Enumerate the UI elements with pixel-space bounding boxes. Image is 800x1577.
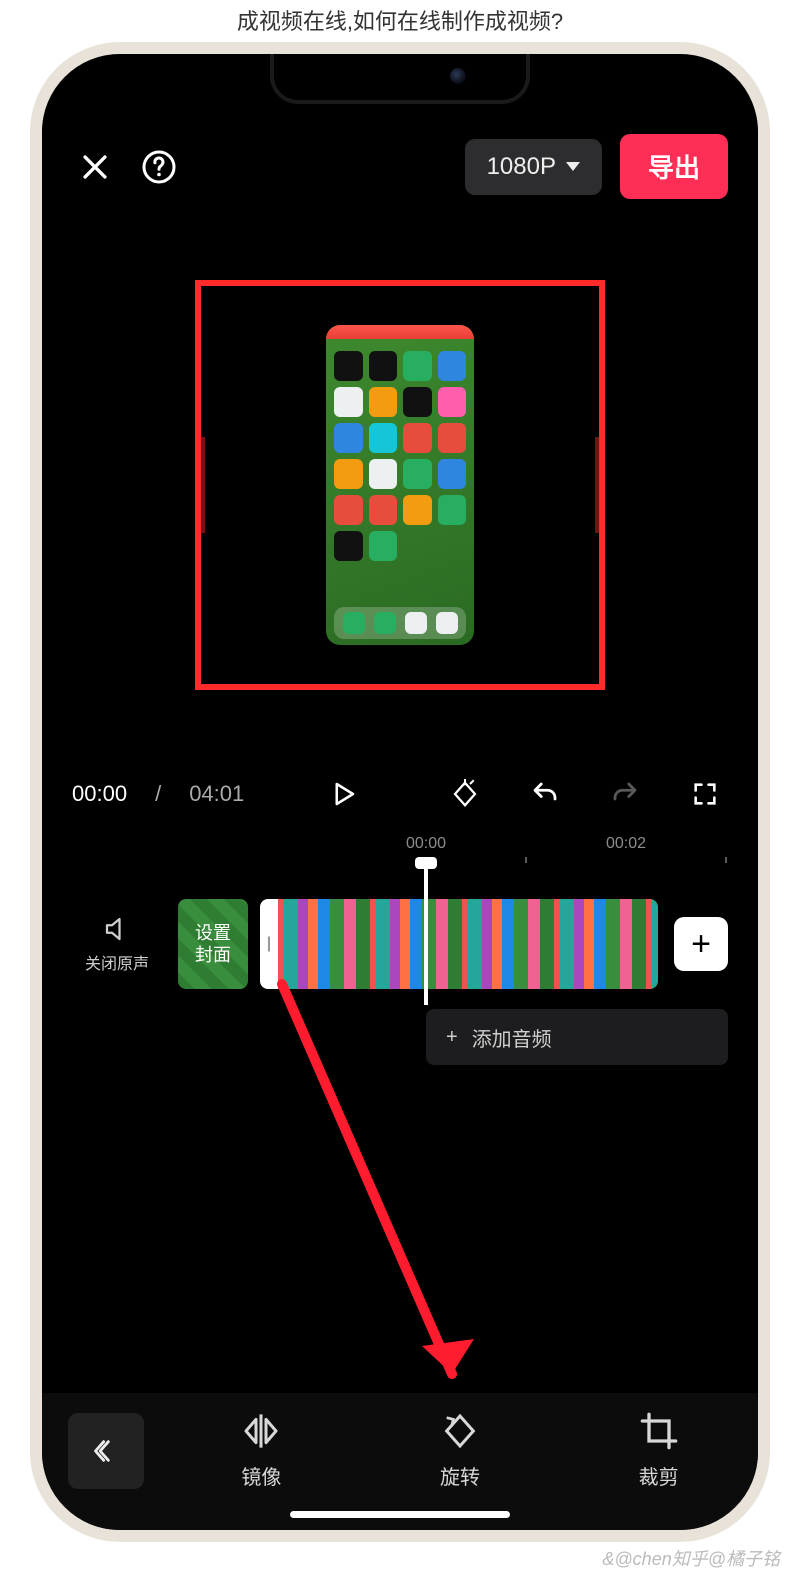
redo-button[interactable] [602,771,648,817]
resolution-selector[interactable]: 1080P [465,139,602,195]
preview-viewport[interactable] [195,280,605,690]
app-screen: 1080P 导出 00:00 [42,54,758,1530]
playback-bar: 00:00 / 04:01 [42,745,758,835]
phone-notch [270,54,530,104]
tool-mirror-label: 镜像 [241,1461,281,1490]
rotate-icon [440,1411,480,1451]
tool-rotate[interactable]: 旋转 [440,1411,480,1490]
speaker-icon [102,914,132,944]
fullscreen-icon [691,780,719,808]
chevron-left-icon [92,1437,120,1465]
toolbar-back-button[interactable] [68,1413,144,1489]
ruler-mark: 00:00 [406,835,446,853]
redo-icon [610,779,640,809]
tool-mirror[interactable]: 镜像 [241,1411,281,1490]
keyframe-icon [450,779,480,809]
time-current: 00:00 [72,781,127,807]
fullscreen-button[interactable] [682,771,728,817]
mute-original-button[interactable]: 关闭原声 [72,914,162,974]
chevron-down-icon [566,162,580,171]
cover-label-2: 封面 [195,944,231,966]
undo-icon [530,779,560,809]
plus-icon: + [691,925,711,964]
play-icon [328,779,358,809]
undo-button[interactable] [522,771,568,817]
cover-label-1: 设置 [195,922,231,944]
page-title: 成视频在线,如何在线制作成视频? [0,0,800,42]
video-track: 关闭原声 设置 封面 | + [72,899,728,989]
crop-icon [639,1411,679,1451]
clip-handle-left[interactable]: | [260,899,278,989]
preview-area [42,225,758,745]
tool-crop[interactable]: 裁剪 [639,1411,679,1490]
time-duration: 04:01 [189,781,244,807]
add-audio-label: 添加音频 [472,1023,552,1052]
ruler-mark: 00:02 [606,835,646,853]
tool-rotate-label: 旋转 [440,1461,480,1490]
home-indicator[interactable] [290,1511,510,1518]
play-button[interactable] [320,771,366,817]
add-clip-button[interactable]: + [674,917,728,971]
close-button[interactable] [72,144,118,190]
bottom-toolbar: 镜像 旋转 裁剪 [42,1393,758,1530]
timeline-ruler[interactable]: 00:00 00:02 [42,835,758,863]
tool-crop-label: 裁剪 [639,1461,679,1490]
help-icon [141,149,177,185]
timeline[interactable]: 关闭原声 设置 封面 | + + 添加音频 [42,863,758,1095]
help-button[interactable] [136,144,182,190]
top-bar: 1080P 导出 [42,116,758,225]
video-clip[interactable]: | [264,899,658,989]
time-separator: / [155,781,161,807]
close-icon [78,150,112,184]
preview-content [326,325,474,645]
set-cover-button[interactable]: 设置 封面 [178,899,248,989]
keyframe-button[interactable] [442,771,488,817]
resolution-label: 1080P [487,153,556,181]
export-button[interactable]: 导出 [620,134,728,199]
playhead[interactable] [424,863,428,1005]
plus-icon: + [446,1026,458,1049]
add-audio-button[interactable]: + 添加音频 [426,1009,728,1065]
phone-frame: 1080P 导出 00:00 [30,42,770,1542]
mirror-icon [241,1411,281,1451]
mute-label: 关闭原声 [85,956,149,973]
watermark: &@chen知乎@橘子铭 [602,1545,780,1571]
